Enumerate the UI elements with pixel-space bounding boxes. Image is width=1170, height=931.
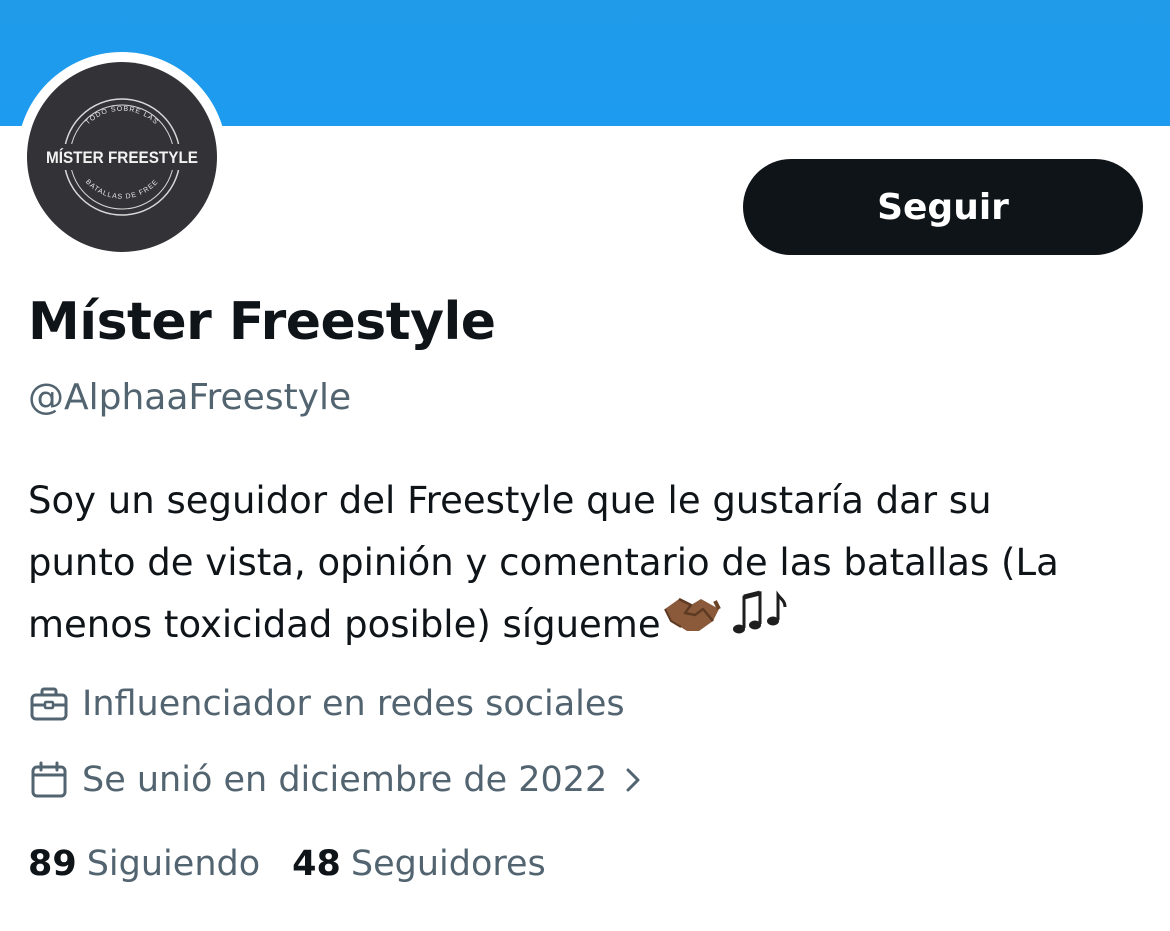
bio-line: Soy un seguidor del Freestyle que le gus… <box>28 479 992 522</box>
followers-count: 48 <box>292 844 341 884</box>
svg-text:TODO SOBRE LAS: TODO SOBRE LAS <box>84 106 159 127</box>
avatar-main-text: MÍSTER FREESTYLE <box>46 147 198 167</box>
handshake-emoji <box>661 591 723 654</box>
profile-avatar[interactable]: TODO SOBRE LAS BATALLAS DE FREE MÍSTER F… <box>17 52 227 262</box>
chevron-right-icon <box>625 767 641 793</box>
avatar-bottom-arc: BATALLAS DE FREE <box>84 178 159 200</box>
profile-stats: 89 Siguiendo 48 Seguidores <box>28 840 546 888</box>
svg-text:BATALLAS DE FREE: BATALLAS DE FREE <box>84 178 160 200</box>
followers-label: Seguidores <box>350 844 546 884</box>
following-count: 89 <box>28 844 77 884</box>
bio-line: menos toxicidad posible) sígueme <box>28 590 1148 656</box>
briefcase-icon <box>28 683 70 725</box>
calendar-icon <box>28 759 70 801</box>
profile-display-name: Míster Freestyle <box>28 292 496 352</box>
bio-line: punto de vista, opinión y comentario de … <box>28 541 1059 584</box>
profile-join-date[interactable]: Se unió en diciembre de 2022 <box>28 756 641 804</box>
profile-bio: Soy un seguidor del Freestyle que le gus… <box>28 470 1148 656</box>
followers-link[interactable]: 48 Seguidores <box>292 840 546 888</box>
avatar-logo: TODO SOBRE LAS BATALLAS DE FREE MÍSTER F… <box>27 62 217 252</box>
follow-button[interactable]: Seguir <box>743 159 1143 255</box>
music-notes-emoji <box>729 589 789 656</box>
mister-freestyle-logo: TODO SOBRE LAS BATALLAS DE FREE MÍSTER F… <box>45 98 199 216</box>
profile-category: Influenciador en redes sociales <box>28 680 625 728</box>
following-link[interactable]: 89 Siguiendo <box>28 840 260 888</box>
following-label: Siguiendo <box>86 844 261 884</box>
profile-handle: @AlphaaFreestyle <box>28 377 352 418</box>
category-label: Influenciador en redes sociales <box>82 684 625 724</box>
bio-line-text: menos toxicidad posible) sígueme <box>28 603 661 646</box>
avatar-top-arc: TODO SOBRE LAS <box>84 106 158 127</box>
join-date-label: Se unió en diciembre de 2022 <box>82 760 608 800</box>
